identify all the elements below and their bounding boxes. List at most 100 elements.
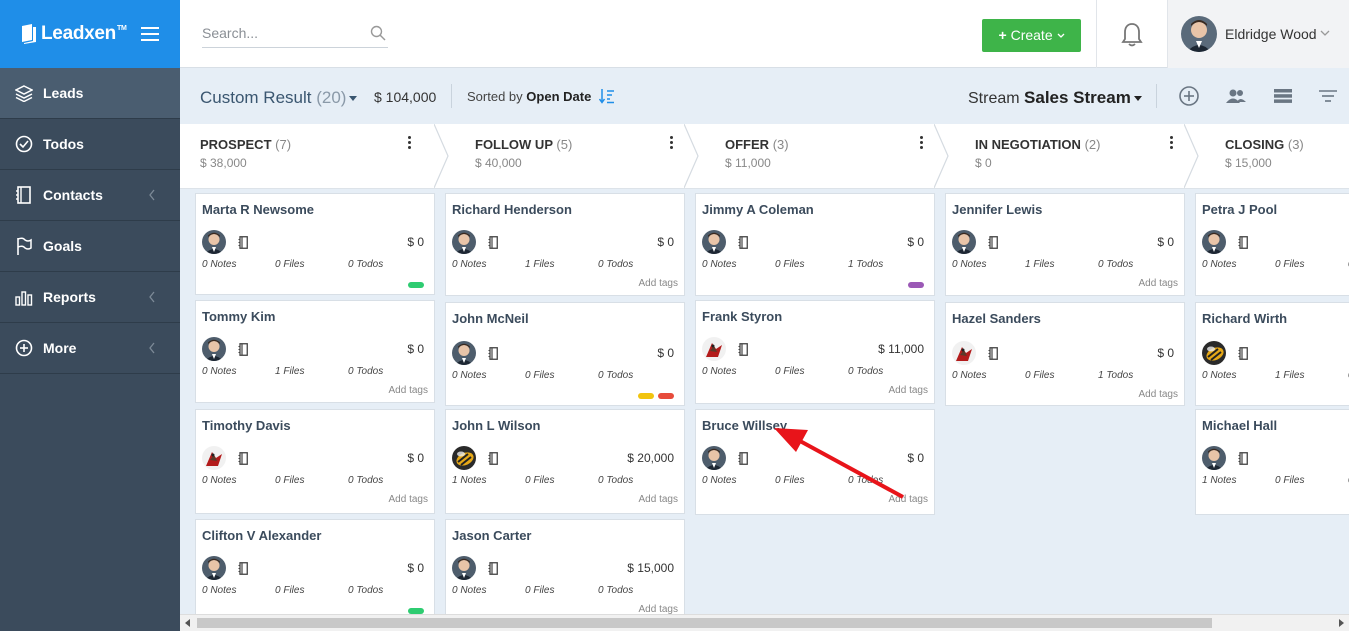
lead-card[interactable]: Marta R Newsome $ 0 0 Notes 0 Files 0 Todos — [195, 193, 435, 295]
notes-count[interactable]: 0 Notes — [952, 259, 986, 270]
contact-book-icon[interactable] — [238, 562, 248, 575]
notes-count[interactable]: 0 Notes — [702, 475, 736, 486]
lead-name[interactable]: Petra J Pool — [1202, 202, 1277, 217]
stage-menu-icon[interactable] — [408, 136, 412, 150]
notes-count[interactable]: 0 Notes — [1202, 259, 1236, 270]
contact-book-icon[interactable] — [988, 236, 998, 249]
lead-name[interactable]: Frank Styron — [702, 309, 782, 324]
lead-name[interactable]: Jennifer Lewis — [952, 202, 1042, 217]
add-tags-link[interactable]: Add tags — [389, 494, 428, 505]
files-count[interactable]: 1 Files — [1025, 259, 1054, 270]
todos-count[interactable]: 0 Todos — [1098, 259, 1133, 270]
tag-yellow[interactable] — [638, 393, 654, 399]
contact-book-icon[interactable] — [488, 236, 498, 249]
lead-name[interactable]: John McNeil — [452, 311, 529, 326]
lead-card[interactable]: Jason Carter $ 15,000 0 Notes 0 Files 0 Todo… — [445, 519, 685, 614]
files-count[interactable]: 1 Files — [275, 366, 304, 377]
lead-card[interactable]: Hazel Sanders $ 0 0 Notes 0 Files 1 Todos Add… — [945, 302, 1185, 406]
notes-count[interactable]: 0 Notes — [452, 585, 486, 596]
sidebar-item-goals[interactable]: Goals — [0, 221, 180, 272]
notes-count[interactable]: 0 Notes — [202, 585, 236, 596]
notes-count[interactable]: 0 Notes — [952, 370, 986, 381]
todos-count[interactable]: 0 Todos — [598, 585, 633, 596]
scroll-right-icon[interactable] — [1339, 619, 1344, 627]
lead-card[interactable]: Timothy Davis $ 0 0 Notes 0 Files 0 Todos Add… — [195, 409, 435, 514]
lead-name[interactable]: Richard Henderson — [452, 202, 572, 217]
lead-name[interactable]: Marta R Newsome — [202, 202, 314, 217]
lead-name[interactable]: Tommy Kim — [202, 309, 275, 324]
notes-count[interactable]: 0 Notes — [452, 370, 486, 381]
notes-count[interactable]: 1 Notes — [452, 475, 486, 486]
files-count[interactable]: 1 Files — [1275, 370, 1304, 381]
lead-card[interactable]: Richard Wirth$ 00 Notes1 Files0 Todos — [1195, 302, 1349, 406]
lead-card[interactable]: Bruce Willsey $ 0 0 Notes 0 Files 0 Todos Add… — [695, 409, 935, 515]
sidebar-item-todos[interactable]: Todos — [0, 119, 180, 170]
add-tags-link[interactable]: Add tags — [639, 604, 678, 614]
files-count[interactable]: 0 Files — [775, 475, 804, 486]
todos-count[interactable]: 0 Todos — [598, 475, 633, 486]
lead-name[interactable]: Richard Wirth — [1202, 311, 1287, 326]
contact-book-icon[interactable] — [1238, 236, 1248, 249]
todos-count[interactable]: 1 Todos — [1098, 370, 1133, 381]
lead-card[interactable]: Clifton V Alexander $ 0 0 Notes 0 Files 0 To… — [195, 519, 435, 614]
create-button[interactable]: + Create — [982, 19, 1081, 52]
sidebar-item-reports[interactable]: Reports — [0, 272, 180, 323]
list-view-icon[interactable] — [1272, 85, 1294, 107]
tag-purple[interactable] — [908, 282, 924, 288]
lead-name[interactable]: Bruce Willsey — [702, 418, 787, 433]
todos-count[interactable]: 0 Todos — [848, 366, 883, 377]
contact-book-icon[interactable] — [488, 452, 498, 465]
stage-menu-icon[interactable] — [1170, 136, 1174, 150]
search-icon[interactable] — [370, 25, 386, 41]
lead-card[interactable]: John McNeil $ 0 0 Notes 0 Files 0 Todos — [445, 302, 685, 406]
notes-count[interactable]: 0 Notes — [202, 259, 236, 270]
stream-selector[interactable]: Stream Sales Stream — [968, 88, 1142, 108]
custom-result-dropdown[interactable]: Custom Result (20) — [200, 88, 358, 108]
files-count[interactable]: 0 Files — [525, 370, 554, 381]
search-input[interactable] — [202, 22, 362, 44]
todos-count[interactable]: 0 Todos — [848, 475, 883, 486]
hamburger-menu-icon[interactable] — [141, 27, 159, 41]
todos-count[interactable]: 0 Todos — [598, 370, 633, 381]
notifications[interactable] — [1096, 0, 1167, 68]
filter-icon[interactable] — [1317, 85, 1339, 107]
add-tags-link[interactable]: Add tags — [889, 494, 928, 505]
contact-book-icon[interactable] — [738, 343, 748, 356]
lead-card[interactable]: Petra J Pool$ 00 Notes0 Files0 Todos — [1195, 193, 1349, 296]
lead-card[interactable]: Jennifer Lewis $ 0 0 Notes 1 Files 0 Todos Ad… — [945, 193, 1185, 296]
lead-card[interactable]: Richard Henderson $ 0 0 Notes 1 Files 0 Todo… — [445, 193, 685, 296]
contact-book-icon[interactable] — [488, 347, 498, 360]
files-count[interactable]: 1 Files — [525, 259, 554, 270]
contact-book-icon[interactable] — [1238, 452, 1248, 465]
files-count[interactable]: 0 Files — [1025, 370, 1054, 381]
files-count[interactable]: 0 Files — [275, 259, 304, 270]
files-count[interactable]: 0 Files — [275, 475, 304, 486]
files-count[interactable]: 0 Files — [1275, 475, 1304, 486]
tag-red[interactable] — [658, 393, 674, 399]
horizontal-scrollbar[interactable] — [180, 614, 1349, 631]
add-tags-link[interactable]: Add tags — [1139, 389, 1178, 400]
sidebar-item-more[interactable]: More — [0, 323, 180, 374]
contact-book-icon[interactable] — [238, 452, 248, 465]
bell-icon[interactable] — [1121, 22, 1143, 48]
notes-count[interactable]: 0 Notes — [702, 259, 736, 270]
lead-card[interactable]: Jimmy A Coleman $ 0 0 Notes 0 Files 1 Todos — [695, 193, 935, 296]
sidebar-item-leads[interactable]: Leads — [0, 68, 180, 119]
todos-count[interactable]: 0 Todos — [348, 585, 383, 596]
sort-descending-icon[interactable] — [599, 88, 615, 104]
tag-green[interactable] — [408, 282, 424, 288]
todos-count[interactable]: 0 Todos — [348, 366, 383, 377]
todos-count[interactable]: 0 Todos — [598, 259, 633, 270]
contact-book-icon[interactable] — [738, 452, 748, 465]
lead-card[interactable]: Michael Hall$ 01 Notes0 Files0 Todos — [1195, 409, 1349, 515]
todos-count[interactable]: 0 Todos — [348, 475, 383, 486]
lead-card[interactable]: Tommy Kim $ 0 0 Notes 1 Files 0 Todos Add tag… — [195, 300, 435, 403]
add-tags-link[interactable]: Add tags — [889, 385, 928, 396]
notes-count[interactable]: 0 Notes — [702, 366, 736, 377]
add-tags-link[interactable]: Add tags — [389, 385, 428, 396]
contact-book-icon[interactable] — [988, 347, 998, 360]
todos-count[interactable]: 1 Todos — [848, 259, 883, 270]
lead-card[interactable]: John L Wilson $ 20,000 1 Notes 0 Files 0 Tod… — [445, 409, 685, 514]
files-count[interactable]: 0 Files — [525, 585, 554, 596]
lead-name[interactable]: Hazel Sanders — [952, 311, 1041, 326]
